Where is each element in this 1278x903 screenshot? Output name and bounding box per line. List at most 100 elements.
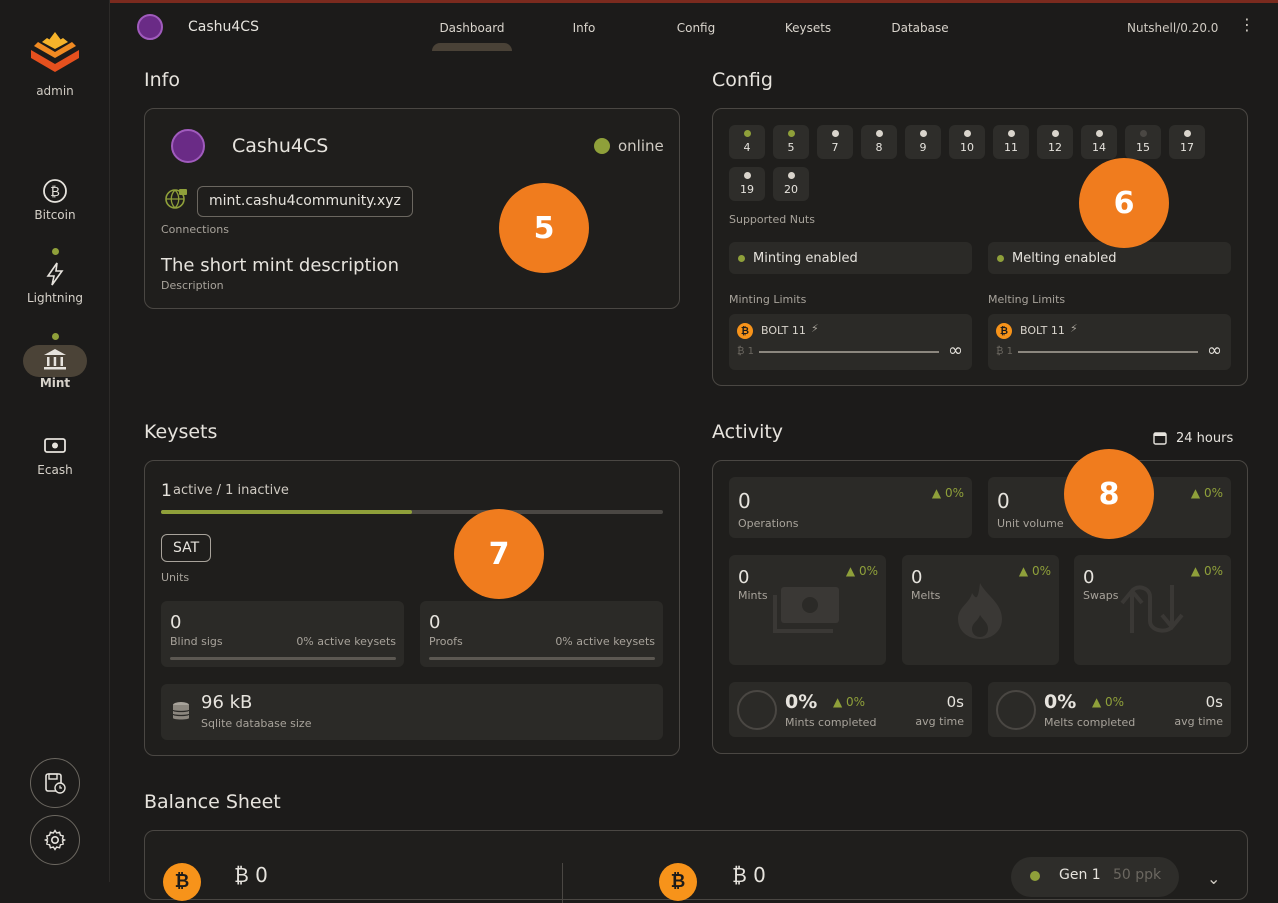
melting-limit-tile: ₿ BOLT 11 ⚡ ₿ 1 ∞: [988, 314, 1231, 370]
mint-avatar: [171, 129, 205, 163]
cash-icon: [44, 438, 66, 453]
nut-chip: 5: [773, 125, 809, 159]
chevron-down-icon[interactable]: ⌄: [1207, 869, 1220, 888]
progress-ring: [737, 690, 777, 730]
bitcoin-icon: ₿: [737, 323, 753, 339]
status-dot: [51, 333, 59, 340]
melting-status: Melting enabled: [988, 242, 1231, 274]
tab-database[interactable]: Database: [880, 21, 960, 35]
melts-completed-tile: 0% ▲ 0% Melts completed 0s avg time: [988, 682, 1231, 737]
balance-left-value: ₿ 0: [234, 863, 268, 887]
sidebar-item-label: Ecash: [37, 463, 73, 477]
sidebar-item-ecash[interactable]: Ecash: [0, 433, 110, 477]
mint-name: Cashu4CS: [232, 135, 329, 157]
admin-label: admin: [36, 84, 74, 98]
lightning-icon: [46, 262, 64, 286]
balance-right-value: ₿ 0: [732, 863, 766, 887]
nut-chip: 19: [729, 167, 765, 201]
active-count: 1: [161, 481, 172, 501]
minting-status: Minting enabled: [729, 242, 972, 274]
divider: [562, 863, 563, 903]
melting-limits-label: Melting Limits: [988, 293, 1066, 306]
swap-icon: [1120, 585, 1184, 633]
keysets-heading: Keysets: [144, 421, 218, 443]
nut-chip: 14: [1081, 125, 1117, 159]
tab-info[interactable]: Info: [544, 21, 624, 35]
sidebar-item-mint[interactable]: Mint: [0, 333, 110, 390]
connections-label: Connections: [161, 223, 229, 236]
annotation-badge: 8: [1064, 449, 1154, 539]
nutshell-logo: [31, 32, 79, 72]
active-tab-indicator: [432, 43, 512, 51]
nut-chip: 8: [861, 125, 897, 159]
nut-chip: 17: [1169, 125, 1205, 159]
globe-lock-icon: [165, 189, 187, 209]
top-bar: Cashu4CS Dashboard Info Config Keysets D…: [111, 3, 1278, 51]
tab-dashboard[interactable]: Dashboard: [432, 21, 512, 35]
config-heading: Config: [712, 69, 773, 91]
status-dot: [51, 248, 59, 255]
limit-slider: [1018, 351, 1198, 353]
blind-sigs-tile: 0 Blind sigs 0% active keysets: [161, 601, 404, 667]
minting-limits-label: Minting Limits: [729, 293, 807, 306]
bitcoin-icon: ₿: [659, 863, 697, 901]
mint-avatar: [137, 14, 163, 40]
melts-tile: 0 Melts ▲ 0%: [902, 555, 1059, 665]
annotation-badge: 7: [454, 509, 544, 599]
sidebar: admin ₿ Bitcoin Lightning Mint Ecash: [0, 0, 110, 882]
backup-button[interactable]: [30, 758, 80, 808]
sidebar-item-label: Mint: [39, 376, 71, 390]
nut-chip: 15: [1125, 125, 1161, 159]
nut-chip: 4: [729, 125, 765, 159]
sidebar-item-lightning[interactable]: Lightning: [0, 248, 110, 305]
active-progress-fill: [161, 510, 412, 514]
money-icon: [773, 587, 839, 633]
progress-ring: [996, 690, 1036, 730]
minting-limit-tile: ₿ BOLT 11 ⚡ ₿ 1 ∞: [729, 314, 972, 370]
nut-chip: 7: [817, 125, 853, 159]
operations-tile: 0 Operations ▲ 0%: [729, 477, 972, 538]
supported-nuts-label: Supported Nuts: [729, 213, 815, 226]
mints-tile: 0 Mints ▲ 0%: [729, 555, 886, 665]
annotation-badge: 6: [1079, 158, 1169, 248]
nut-chip: 12: [1037, 125, 1073, 159]
mint-url-chip[interactable]: mint.cashu4community.xyz: [197, 186, 413, 217]
description-label: Description: [161, 279, 224, 292]
info-card: Cashu4CS online mint.cashu4community.xyz…: [144, 108, 680, 309]
proofs-tile: 0 Proofs 0% active keysets: [420, 601, 663, 667]
more-vert-icon[interactable]: ⋮: [1239, 15, 1255, 34]
config-card: 4 5 7 8 9 10 11 12 14 15 17 19 20 Suppor…: [712, 108, 1248, 386]
bank-icon: [44, 349, 66, 370]
bitcoin-icon: ₿: [43, 179, 67, 203]
mint-title: Cashu4CS: [188, 19, 259, 35]
active-progress-track: [161, 510, 663, 514]
mint-description: The short mint description: [161, 255, 399, 276]
nut-chip: 11: [993, 125, 1029, 159]
activity-card: 0 Operations ▲ 0% 0 Unit volume ▲ 0% 0 M…: [712, 460, 1248, 754]
database-size-tile: 96 kB Sqlite database size: [161, 684, 663, 740]
annotation-badge: 5: [499, 183, 589, 273]
sidebar-item-bitcoin[interactable]: ₿ Bitcoin: [0, 178, 110, 222]
time-range-selector[interactable]: 24 hours: [1176, 431, 1233, 446]
units-label: Units: [161, 571, 190, 584]
flame-icon: [958, 583, 1002, 639]
settings-button[interactable]: [30, 815, 80, 865]
activity-heading: Activity: [712, 421, 784, 443]
unit-chip[interactable]: SAT: [161, 534, 212, 562]
keyset-gen-chip[interactable]: Gen 1 50 ppk: [1011, 857, 1179, 897]
bitcoin-icon: ₿: [163, 863, 201, 901]
balance-sheet-card: ₿ ₿ 0 ₿ ₿ 0 Gen 1 50 ppk ⌄: [144, 830, 1248, 903]
lightning-icon: ⚡: [1070, 322, 1078, 335]
info-heading: Info: [144, 69, 180, 91]
tab-keysets[interactable]: Keysets: [768, 21, 848, 35]
nut-chip: 9: [905, 125, 941, 159]
online-status-text: online: [618, 137, 664, 155]
lightning-icon: ⚡: [811, 322, 819, 335]
limit-slider: [759, 351, 939, 353]
gear-icon: [43, 829, 67, 851]
sidebar-item-label: Lightning: [26, 291, 84, 305]
version-label: Nutshell/0.20.0: [1127, 21, 1219, 35]
save-clock-icon: [45, 773, 66, 794]
tab-config[interactable]: Config: [656, 21, 736, 35]
sidebar-item-label: Bitcoin: [34, 208, 76, 222]
